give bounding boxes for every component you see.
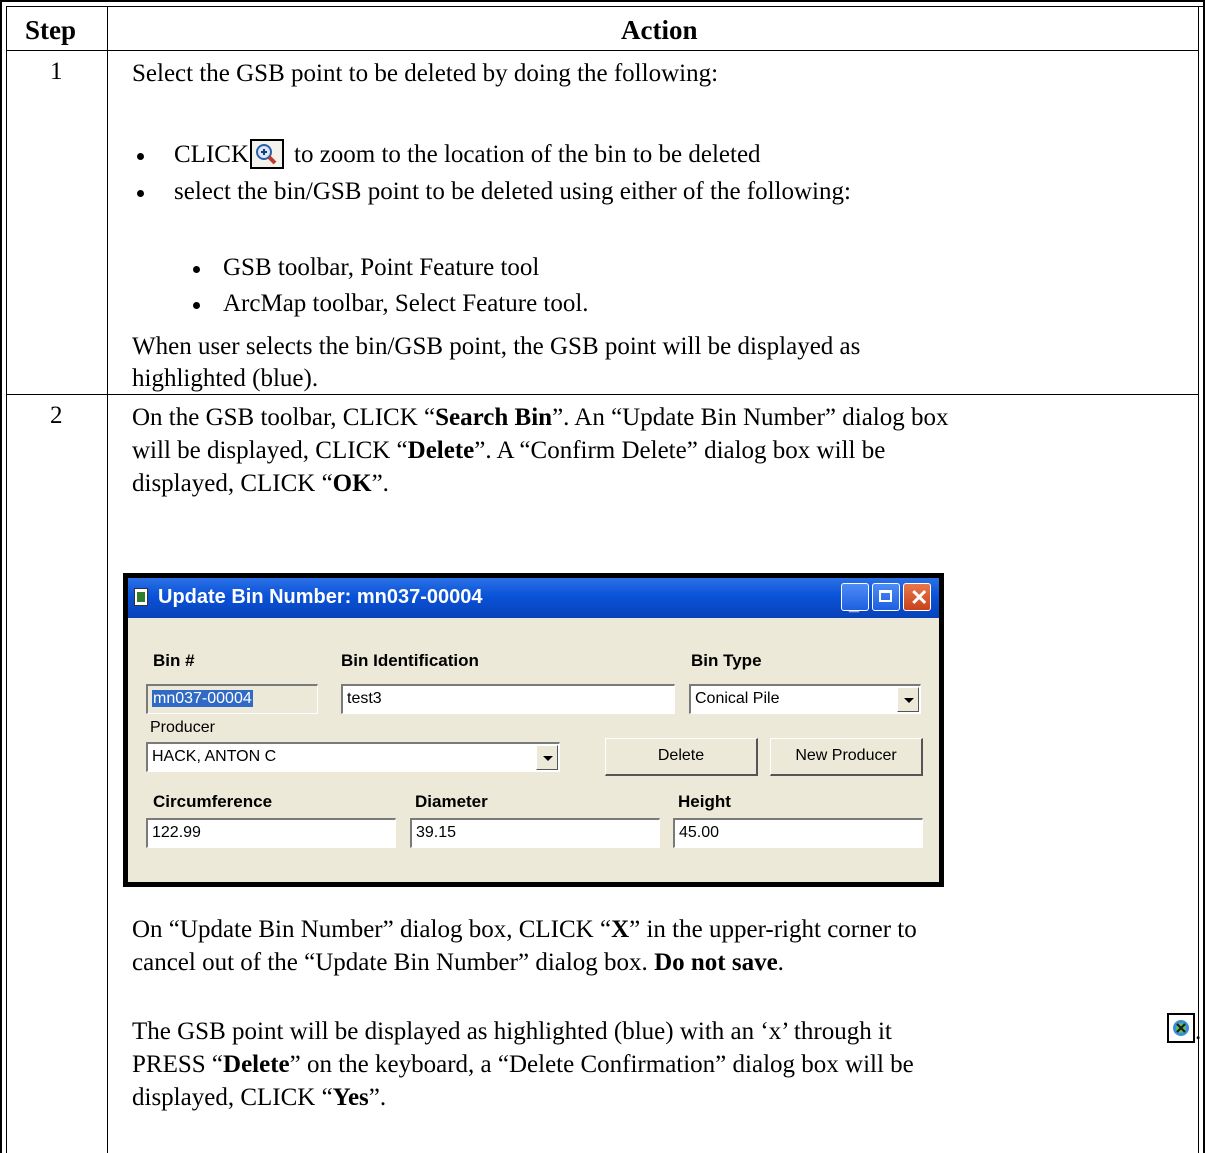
chevron-down-icon[interactable] — [897, 687, 919, 712]
row1-bullet2: select the bin/GSB point to be deleted u… — [174, 178, 851, 205]
row1-note-line1: When user selects the bin/GSB point, the… — [132, 333, 861, 360]
header-action: Action — [621, 15, 698, 45]
table-border — [1198, 6, 1199, 1153]
row-divider — [6, 50, 1199, 51]
row2-p3-line3: displayed, CLICK “Yes”. — [132, 1084, 387, 1111]
bin-type-select[interactable]: Conical Pile — [689, 684, 921, 714]
row2-p2-line2: cancel out of the “Update Bin Number” di… — [132, 949, 784, 976]
row2-p3-line1: The GSB point will be displayed as highl… — [132, 1018, 892, 1045]
bin-type-label: Bin Type — [691, 651, 762, 670]
gsb-point-x-icon — [1167, 1013, 1195, 1043]
diameter-field[interactable]: 39.15 — [410, 818, 660, 848]
minimize-button[interactable]: _ — [841, 583, 869, 614]
producer-select[interactable]: HACK, ANTON C — [146, 742, 560, 772]
dialog-body: Update Bin Number: mn037-00004 _ ✕ Bin #… — [128, 578, 939, 882]
row1-sub2: ArcMap toolbar, Select Feature tool. — [223, 290, 589, 317]
circumference-field[interactable]: 122.99 — [146, 818, 396, 848]
diameter-label: Diameter — [415, 792, 488, 811]
procedure-table: Step Action 1 Select the GSB point to be… — [0, 0, 1205, 1153]
table-border — [0, 0, 2, 1153]
row2-p3-line2: PRESS “Delete” on the keyboard, a “Delet… — [132, 1051, 914, 1078]
zoom-in-icon — [250, 139, 284, 169]
row1-note-line2: highlighted (blue). — [132, 365, 319, 392]
table-border — [6, 6, 7, 1153]
column-divider — [107, 6, 108, 1153]
height-label: Height — [678, 792, 731, 811]
dialog-title: Update Bin Number: mn037-00004 — [158, 586, 483, 608]
step-number: 1 — [50, 58, 63, 85]
row2-p1-line2: will be displayed, CLICK “Delete”. A “Co… — [132, 437, 886, 464]
table-border — [6, 6, 1205, 7]
circumference-label: Circumference — [153, 792, 273, 811]
row1-sub1: GSB toolbar, Point Feature tool — [223, 254, 540, 281]
update-bin-dialog: Update Bin Number: mn037-00004 _ ✕ Bin #… — [123, 573, 944, 887]
height-field[interactable]: 45.00 — [673, 818, 923, 848]
bin-number-field[interactable]: mn037-00004 — [146, 684, 318, 714]
delete-button[interactable]: Delete — [605, 738, 758, 776]
bin-identification-field[interactable]: test3 — [341, 684, 675, 714]
bin-identification-label: Bin Identification — [341, 651, 479, 670]
new-producer-button[interactable]: New Producer — [770, 738, 923, 776]
row2-p2-line1: On “Update Bin Number” dialog box, CLICK… — [132, 916, 917, 943]
row1-bullet1-post: to zoom to the location of the bin to be… — [294, 141, 761, 168]
row2-p3-period: . — [1195, 1018, 1202, 1045]
producer-label: Producer — [150, 719, 215, 736]
bullet — [137, 190, 144, 197]
row2-p1-line1: On the GSB toolbar, CLICK “Search Bin”. … — [132, 404, 949, 431]
bullet — [137, 153, 144, 160]
bullet — [193, 266, 200, 273]
row1-intro: Select the GSB point to be deleted by do… — [132, 60, 719, 87]
row2-p1-line3: displayed, CLICK “OK”. — [132, 470, 389, 497]
bin-number-label: Bin # — [153, 651, 195, 670]
chevron-down-icon[interactable] — [536, 745, 558, 770]
maximize-button[interactable] — [872, 583, 900, 611]
header-step: Step — [25, 15, 77, 45]
row1-bullet1-pre: CLICK — [174, 141, 249, 168]
close-button[interactable]: ✕ — [903, 583, 931, 611]
dialog-titlebar: Update Bin Number: mn037-00004 _ ✕ — [128, 578, 939, 618]
app-icon — [134, 588, 148, 606]
bullet — [193, 302, 200, 309]
step-number: 2 — [50, 402, 63, 429]
table-border — [0, 0, 1205, 2]
